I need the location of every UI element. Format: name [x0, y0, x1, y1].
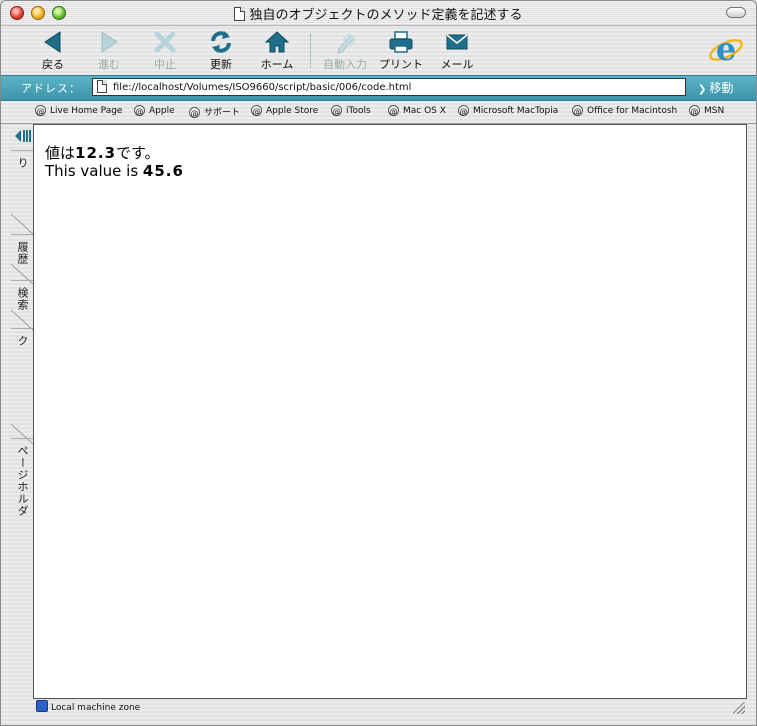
- mail-button[interactable]: メール: [429, 29, 485, 72]
- toolbar-separator: [310, 34, 311, 68]
- favorite-link-apple[interactable]: @ Apple: [134, 105, 175, 116]
- go-arrow-icon: ❯: [698, 84, 707, 95]
- home-label: ホーム: [260, 58, 294, 71]
- collapse-toolbar-button[interactable]: [726, 7, 746, 18]
- sidebar-tab-search[interactable]: 検索: [11, 280, 33, 311]
- home-button[interactable]: ホーム: [249, 29, 305, 72]
- back-arrow-icon: [44, 31, 61, 53]
- forward-label: 進む: [98, 58, 120, 71]
- autofill-pen-icon: [337, 34, 355, 54]
- tab-divider: [11, 214, 33, 234]
- page-content[interactable]: 値は12.3です。 This value is 45.6: [33, 124, 747, 699]
- back-label: 戻る: [42, 58, 64, 71]
- mail-envelope-icon: [446, 34, 468, 50]
- address-input[interactable]: file://localhost/Volumes/ISO9660/script/…: [92, 78, 686, 96]
- sidebar-tab-favorites[interactable]: お気に入り: [11, 150, 45, 215]
- autofill-label: 自動入力: [323, 58, 367, 71]
- favorites-bar: @ Live Home Page @ Apple @ サポート @ Apple Stor…: [1, 101, 756, 124]
- favorite-link-itools[interactable]: @ iTools: [331, 105, 371, 116]
- page-document-icon: [97, 80, 107, 93]
- favorite-at-icon: @: [458, 105, 469, 116]
- tab-divider: [11, 310, 33, 330]
- sidebar-toggle-icon[interactable]: [14, 128, 32, 144]
- internet-explorer-logo-icon[interactable]: e: [708, 30, 744, 68]
- go-button[interactable]: ❯ 移動: [698, 79, 733, 96]
- value-line-japanese: 値は12.3です。: [45, 144, 160, 162]
- autofill-button[interactable]: 自動入力: [317, 29, 373, 72]
- resize-grip-icon[interactable]: [733, 702, 745, 714]
- value-line-english: This value is 45.6: [45, 162, 184, 180]
- favorite-at-icon: @: [189, 107, 200, 118]
- value-english: 45.6: [142, 162, 184, 180]
- window-title: 独自のオブジェクトのメソッド定義を記述する: [249, 8, 523, 23]
- refresh-button[interactable]: 更新: [193, 29, 249, 72]
- refresh-label: 更新: [210, 58, 232, 71]
- refresh-icon: [211, 31, 231, 53]
- favorite-link-msn[interactable]: @ MSN: [689, 105, 724, 116]
- favorite-link-live-home-page[interactable]: @ Live Home Page: [35, 105, 122, 116]
- stop-button[interactable]: 中止: [137, 29, 193, 72]
- home-icon: [264, 31, 290, 53]
- status-zone: Local machine zone: [51, 703, 141, 713]
- address-url: file://localhost/Volumes/ISO9660/script/…: [113, 82, 412, 93]
- favorite-at-icon: @: [388, 105, 399, 116]
- toolbar: 戻る 進む 中止 更新 ホーム 自動入力 プリント メール e: [1, 26, 756, 73]
- svg-text:e: e: [716, 30, 736, 68]
- print-label: プリント: [379, 58, 423, 71]
- favorite-at-icon: @: [572, 105, 583, 116]
- sidebar-tab-scrapbook[interactable]: スクラップブック: [11, 328, 45, 425]
- local-zone-icon: [36, 700, 48, 712]
- forward-button[interactable]: 進む: [81, 29, 137, 72]
- address-label: アドレス：: [21, 82, 81, 95]
- explorer-bar-tabs: お気に入り 履歴 検索 スクラップブック ページホルダ: [11, 124, 45, 701]
- address-bar: アドレス： file://localhost/Volumes/ISO9660/s…: [1, 75, 756, 101]
- favorite-at-icon: @: [35, 105, 46, 116]
- title-bar[interactable]: 独自のオブジェクトのメソッド定義を記述する: [1, 1, 756, 26]
- mail-label: メール: [440, 58, 474, 71]
- window-title-area: 独自のオブジェクトのメソッド定義を記述する: [1, 4, 756, 23]
- printer-icon: [389, 31, 413, 53]
- stop-x-icon: [154, 31, 176, 53]
- document-icon: [234, 7, 246, 21]
- favorite-at-icon: @: [134, 105, 145, 116]
- favorite-link-microsoft-mactopia[interactable]: @ Microsoft MacTopia: [458, 105, 558, 116]
- sidebar-tab-page-holder[interactable]: ページホルダ: [11, 438, 33, 517]
- browser-window: 独自のオブジェクトのメソッド定義を記述する 戻る 進む 中止 更新 ホーム 自動…: [0, 0, 757, 726]
- back-button[interactable]: 戻る: [25, 29, 81, 72]
- forward-arrow-icon: [101, 31, 118, 53]
- go-label: 移動: [709, 81, 734, 95]
- value-japanese: 12.3: [75, 144, 117, 162]
- sidebar-tab-history[interactable]: 履歴: [11, 234, 33, 265]
- favorite-at-icon: @: [251, 105, 262, 116]
- favorite-link-support[interactable]: @ サポート: [189, 105, 240, 118]
- stop-label: 中止: [154, 58, 176, 71]
- favorite-at-icon: @: [331, 105, 342, 116]
- status-bar: Local machine zone: [33, 700, 747, 716]
- favorite-link-mac-os-x[interactable]: @ Mac OS X: [388, 105, 446, 116]
- print-button[interactable]: プリント: [373, 29, 429, 72]
- favorite-at-icon: @: [689, 105, 700, 116]
- favorite-link-apple-store[interactable]: @ Apple Store: [251, 105, 318, 116]
- favorite-link-office-for-macintosh[interactable]: @ Office for Macintosh: [572, 105, 677, 116]
